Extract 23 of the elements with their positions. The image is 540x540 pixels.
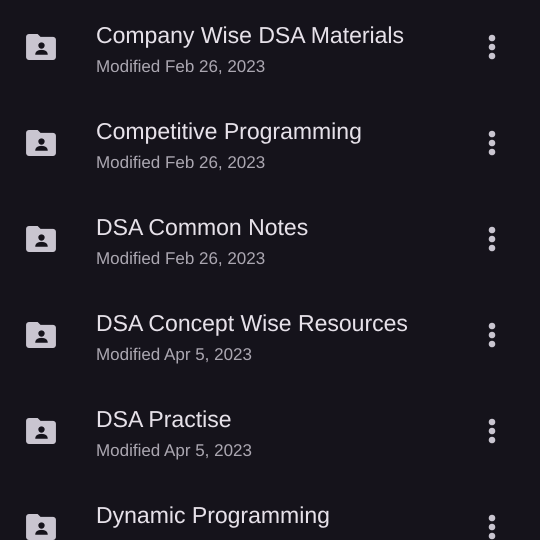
shared-folder-icon bbox=[26, 226, 56, 252]
modified-date: Modified Feb 26, 2023 bbox=[96, 152, 266, 174]
folder-name[interactable]: DSA Practise bbox=[96, 405, 488, 433]
shared-folder-icon bbox=[26, 418, 56, 444]
folder-name[interactable]: DSA Concept Wise Resources bbox=[96, 309, 488, 337]
shared-folder-icon bbox=[26, 514, 56, 540]
folder-name[interactable]: Competitive Programming bbox=[96, 117, 488, 145]
folder-name[interactable]: Company Wise DSA Materials bbox=[96, 21, 488, 49]
more-options-icon[interactable] bbox=[488, 514, 496, 540]
modified-date: Modified Feb 26, 2023 bbox=[96, 56, 266, 78]
modified-date: Modified Apr 5, 2023 bbox=[96, 440, 253, 462]
shared-folder-icon bbox=[26, 322, 56, 348]
more-options-icon[interactable] bbox=[488, 226, 496, 252]
modified-date: Modified Apr 5, 2023 bbox=[96, 344, 253, 366]
more-options-icon[interactable] bbox=[488, 34, 496, 60]
shared-folder-icon bbox=[26, 34, 56, 60]
more-options-icon[interactable] bbox=[488, 130, 496, 156]
more-options-icon[interactable] bbox=[488, 418, 496, 444]
more-options-icon[interactable] bbox=[488, 322, 496, 348]
folder-name[interactable]: DSA Common Notes bbox=[96, 213, 488, 241]
shared-folder-icon bbox=[26, 130, 56, 156]
modified-date: Modified Feb 26, 2023 bbox=[96, 248, 266, 270]
folder-name[interactable]: Dynamic Programming bbox=[96, 501, 488, 529]
